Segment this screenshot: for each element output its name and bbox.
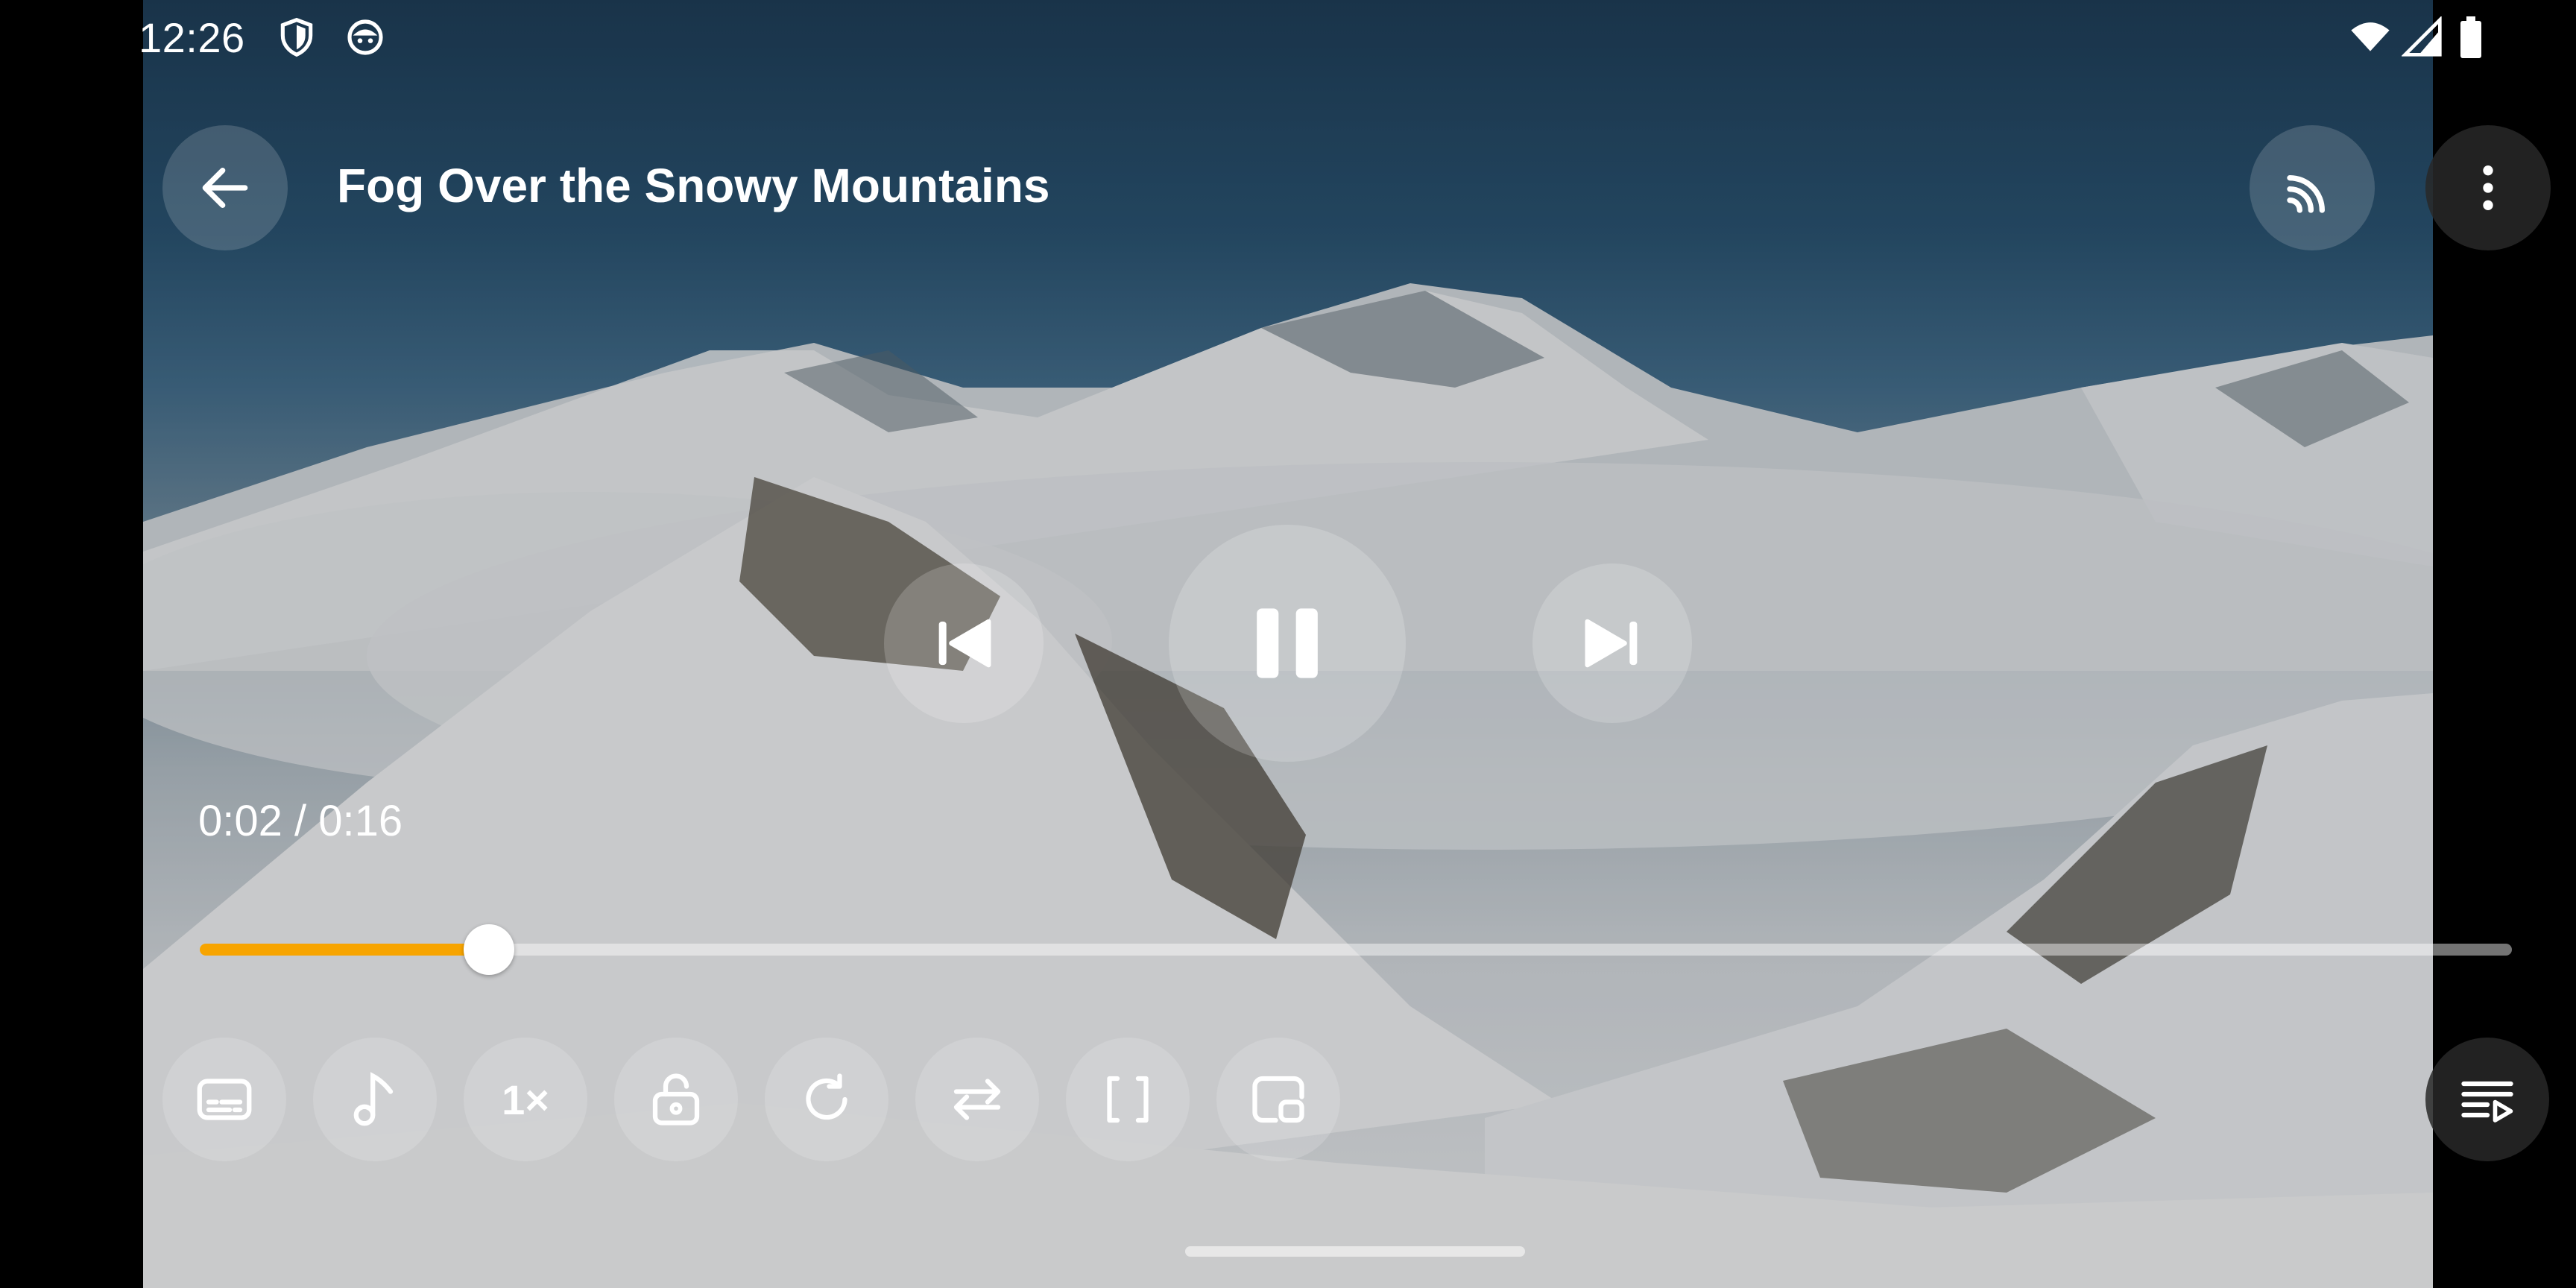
subtitles-button[interactable] <box>162 1038 286 1161</box>
shield-icon <box>276 16 318 58</box>
playback-speed-label: 1× <box>502 1076 549 1123</box>
play-pause-button[interactable] <box>1169 525 1406 762</box>
time-display: 0:02 / 0:16 <box>198 797 403 845</box>
pause-icon <box>1257 608 1318 678</box>
cell-signal-icon <box>2401 16 2443 58</box>
playlist-icon <box>2461 1081 2513 1123</box>
battery-icon <box>2457 16 2485 58</box>
wifi-icon <box>2346 16 2394 58</box>
previous-button[interactable] <box>884 564 1044 723</box>
next-button[interactable] <box>1532 564 1692 723</box>
playlist-button[interactable] <box>2425 1038 2549 1161</box>
cast-button[interactable] <box>2250 125 2375 250</box>
more-vertical-icon <box>2483 165 2493 210</box>
cast-icon <box>2287 175 2325 213</box>
seek-bar[interactable] <box>200 924 2512 975</box>
rotate-icon <box>806 1073 847 1120</box>
picture-in-picture-icon <box>1252 1076 1304 1123</box>
seek-thumb[interactable] <box>463 924 514 975</box>
lock-screen-button[interactable] <box>614 1038 738 1161</box>
android-face-icon <box>344 16 386 58</box>
back-button[interactable] <box>162 125 288 250</box>
seek-progress <box>200 944 489 956</box>
audio-track-button[interactable] <box>313 1038 437 1161</box>
repeat-mode-button[interactable] <box>915 1038 1039 1161</box>
skip-next-icon <box>1585 619 1638 668</box>
arrow-left-icon <box>202 168 248 208</box>
lock-icon <box>652 1073 700 1126</box>
more-options-button[interactable] <box>2425 125 2551 250</box>
swap-icon <box>953 1079 1001 1120</box>
playback-speed-button[interactable]: 1× <box>464 1038 587 1161</box>
home-indicator[interactable] <box>1185 1246 1525 1257</box>
video-title: Fog Over the Snowy Mountains <box>337 159 1050 212</box>
picture-in-picture-button[interactable] <box>1216 1038 1340 1161</box>
subtitles-icon <box>197 1079 252 1120</box>
aspect-brackets-icon <box>1107 1076 1149 1123</box>
status-time: 12:26 <box>139 14 245 61</box>
rotate-button[interactable] <box>765 1038 888 1161</box>
skip-previous-icon <box>938 619 991 668</box>
aspect-ratio-button[interactable] <box>1066 1038 1190 1161</box>
music-note-icon <box>353 1072 394 1126</box>
